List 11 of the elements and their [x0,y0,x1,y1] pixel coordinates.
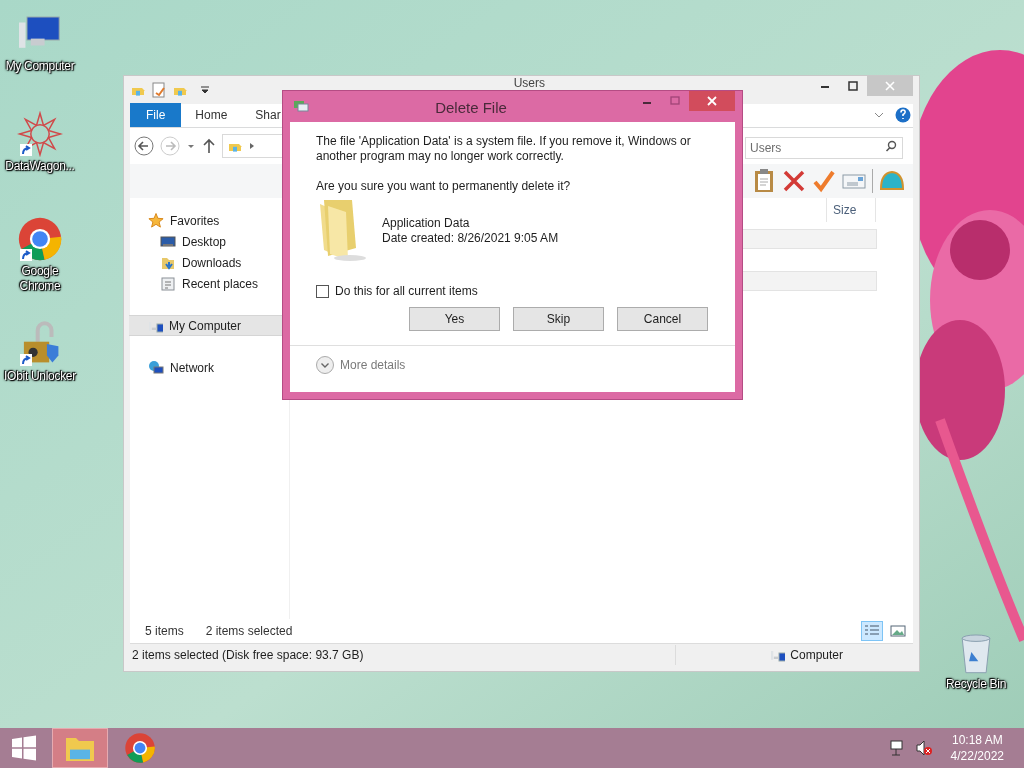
status-text: 2 items selected (Disk free space: 93.7 GB) [131,646,365,664]
dialog-message: The file 'Application Data' is a system file. If you remove it, Windows or another program may no longer work correctly. [316,134,692,164]
status-location: Computer [790,646,843,664]
checkbox-label: Do this for all current items [335,284,478,299]
dialog-question: Are you sure you want to permanently delete it? [316,179,572,194]
file-date: Date created: 8/26/2021 9:05 AM [382,231,559,246]
window-title: Users [513,77,545,90]
item-count: 5 items [145,623,184,640]
selection-count: 2 items selected [205,623,293,640]
file-name: Application Data [382,216,471,231]
dialog-title: Delete File [434,98,508,118]
